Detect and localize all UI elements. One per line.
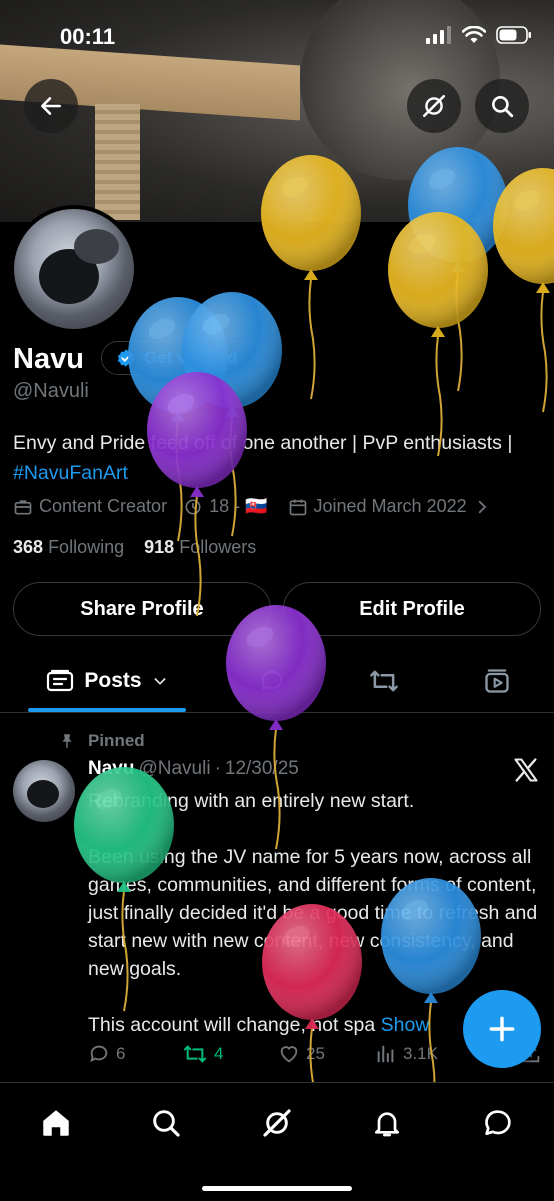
tab-posts-label: Posts: [84, 669, 142, 692]
post-source-x-logo[interactable]: [512, 756, 540, 789]
tab-replies[interactable]: [240, 650, 304, 712]
grok-icon: [422, 94, 446, 118]
verified-badge-icon: [117, 349, 135, 367]
home-indicator: [202, 1186, 352, 1191]
profile-meta-row: Content Creator 18 - 🇸🇰 Joined March 202…: [13, 496, 491, 517]
followers-count: 918: [144, 537, 175, 557]
home-icon: [43, 1110, 69, 1136]
post-paragraph: This account will change, not spa: [88, 1014, 376, 1036]
tab-reposts[interactable]: [352, 650, 416, 712]
compose-post-button[interactable]: [463, 990, 541, 1068]
tab-active-indicator: [28, 708, 186, 712]
bio-text: Envy and Pride feed off of one another |…: [13, 432, 513, 454]
get-verified-label: Get verified: [144, 348, 238, 367]
post-author-handle[interactable]: @Navuli: [138, 758, 210, 780]
status-icons: [426, 26, 532, 44]
views-action[interactable]: 3.1K: [375, 1043, 438, 1065]
repost-icon: [370, 670, 398, 692]
following-link[interactable]: 368 Following: [13, 537, 124, 557]
pinned-label: Pinned: [88, 731, 145, 750]
post-date[interactable]: 12/30/25: [225, 758, 299, 780]
edit-profile-button[interactable]: Edit Profile: [283, 582, 541, 636]
reply-action[interactable]: 6: [88, 1043, 125, 1065]
birthday-icon: [185, 499, 201, 514]
repost-icon: [183, 1045, 207, 1063]
calendar-icon: [289, 499, 306, 515]
profile-tabs: Posts: [0, 650, 554, 713]
profile-age-location: 18 - 🇸🇰: [209, 496, 268, 516]
views-bars-icon: [377, 1045, 394, 1063]
show-more-link[interactable]: Show: [381, 1014, 430, 1036]
bottom-navigation: [0, 1082, 554, 1201]
balloon: [388, 212, 488, 457]
wifi-icon: [462, 26, 486, 43]
like-count: 25: [306, 1044, 325, 1063]
search-button[interactable]: [475, 79, 529, 133]
cellular-signal-icon: [426, 26, 451, 44]
media-icon: [485, 669, 509, 693]
tab-posts[interactable]: Posts: [28, 650, 186, 712]
profile-category[interactable]: Content Creator: [39, 496, 167, 517]
reply-icon: [90, 1045, 108, 1063]
status-time: 00:11: [60, 24, 116, 49]
following-count: 368: [13, 537, 44, 557]
profile-avatar[interactable]: [10, 205, 138, 333]
profile-joined-date: Joined March 2022: [313, 496, 467, 516]
bio-hashtag-link[interactable]: #NavuFanArt: [13, 462, 128, 484]
nav-explore[interactable]: [144, 1101, 188, 1145]
followers-label: Followers: [179, 537, 257, 557]
nav-notifications[interactable]: [365, 1101, 409, 1145]
balloon: [147, 372, 247, 617]
pin-icon: [62, 734, 72, 748]
tab-media[interactable]: [465, 650, 529, 712]
chat-bubble-icon: [485, 1110, 511, 1135]
repost-count: 4: [214, 1044, 224, 1063]
post-paragraph: Rebranding with an entirely new start.: [88, 790, 415, 812]
repost-action[interactable]: 4: [182, 1043, 223, 1065]
profile-bio: Envy and Pride feed off of one another |…: [13, 428, 533, 488]
nav-home[interactable]: [34, 1101, 78, 1145]
grok-icon: [263, 1109, 291, 1137]
get-verified-button[interactable]: Get verified: [101, 341, 267, 375]
heart-icon: [280, 1046, 298, 1063]
back-button[interactable]: [24, 79, 78, 133]
like-action[interactable]: 25: [278, 1043, 325, 1065]
post-separator: ·: [214, 758, 221, 779]
briefcase-icon: [14, 499, 32, 514]
chevron-down-icon: [154, 678, 166, 685]
profile-handle: @Navuli: [13, 380, 89, 402]
posts-icon: [47, 669, 74, 692]
post-paragraph: Been using the JV name for 5 years now, …: [88, 846, 543, 980]
post-author-avatar[interactable]: [13, 760, 75, 822]
nav-messages[interactable]: [476, 1101, 520, 1145]
post-author-name[interactable]: Navu: [88, 758, 134, 780]
post-body[interactable]: Rebranding with an entirely new start. B…: [88, 787, 540, 1039]
reply-bubble-icon: [261, 670, 283, 691]
x-logo-icon: [514, 758, 538, 782]
pinned-indicator: Pinned: [58, 731, 145, 751]
profile-name: Navu: [13, 343, 84, 375]
followers-link[interactable]: 918 Followers: [144, 537, 256, 557]
grok-button[interactable]: [407, 79, 461, 133]
search-icon: [153, 1110, 180, 1137]
nav-grok[interactable]: [255, 1101, 299, 1145]
arrow-left-icon: [41, 97, 61, 115]
banner-scratching-post: [95, 100, 140, 220]
post-header: Navu @Navuli · 12/30/25: [88, 758, 299, 780]
views-count: 3.1K: [403, 1044, 438, 1063]
search-icon: [492, 96, 514, 118]
share-profile-button[interactable]: Share Profile: [13, 582, 271, 636]
reply-count: 6: [116, 1044, 126, 1063]
chevron-right-icon[interactable]: [473, 498, 491, 516]
follow-counts: 368 Following 918 Followers: [13, 537, 256, 558]
bell-icon: [375, 1112, 399, 1137]
following-label: Following: [48, 537, 125, 557]
plus-icon: [489, 1016, 515, 1042]
battery-icon: [496, 26, 531, 44]
